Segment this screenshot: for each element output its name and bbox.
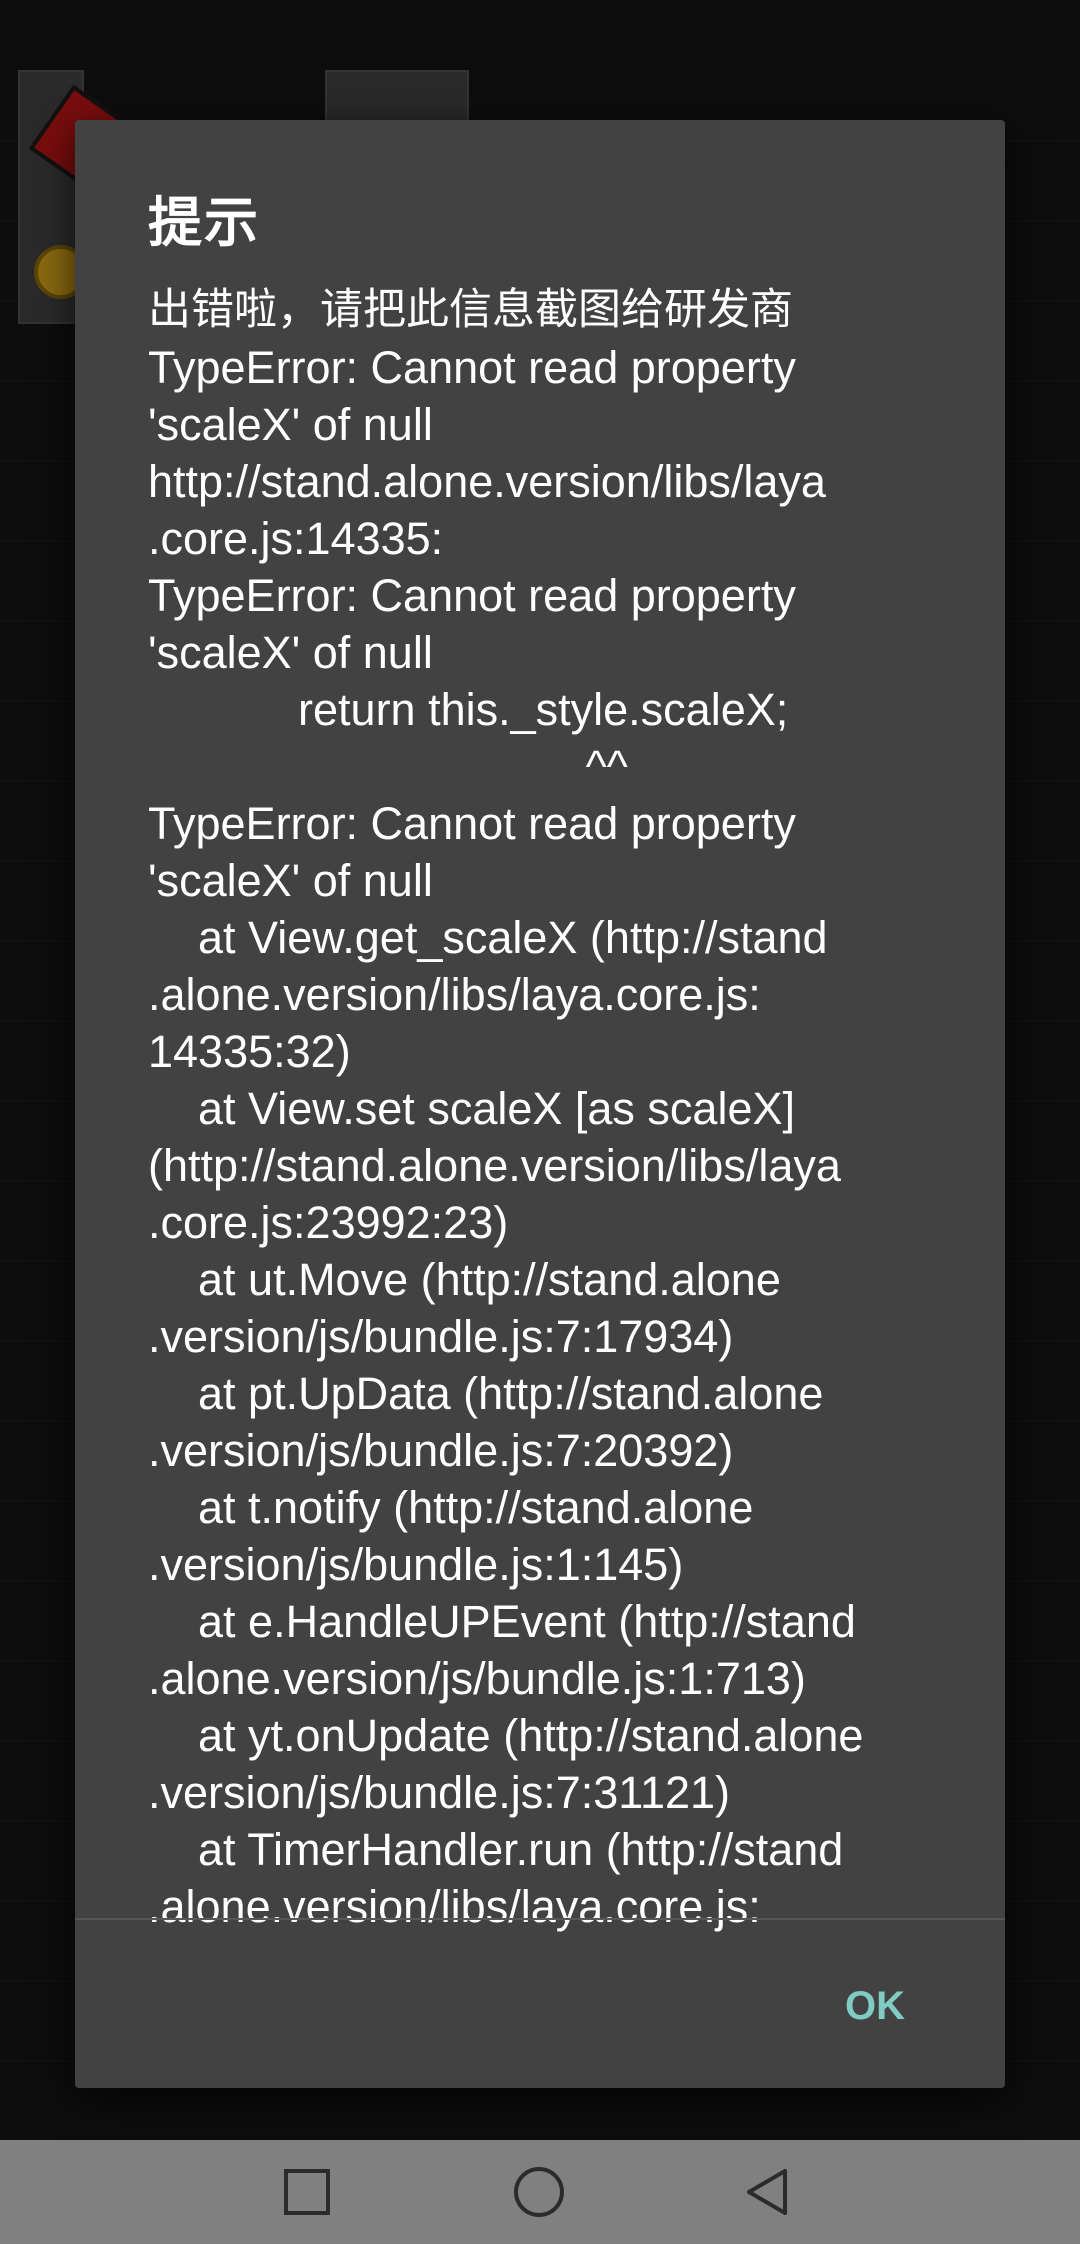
message-line: at yt.onUpdate (http://stand.alone	[148, 1710, 864, 1761]
message-line: http://stand.alone.version/libs/laya	[148, 456, 826, 507]
error-dialog: 提示 出错啦，请把此信息截图给研发商 TypeError: Cannot read…	[75, 120, 1005, 2088]
message-line: .version/js/bundle.js:1:145)	[148, 1539, 684, 1590]
dialog-divider	[75, 1918, 1005, 1920]
message-line: .alone.version/libs/laya.core.js:	[148, 969, 761, 1020]
message-line: 'scaleX' of null	[148, 399, 433, 450]
back-icon[interactable]	[743, 2167, 793, 2217]
dialog-title: 提示	[148, 191, 260, 254]
message-line: at TimerHandler.run (http://stand	[148, 1824, 844, 1875]
message-line: TypeError: Cannot read property	[148, 798, 796, 849]
message-line: .core.js:23992:23)	[148, 1197, 509, 1248]
message-line: return this._style.scaleX;	[148, 684, 789, 735]
message-line: TypeError: Cannot read property	[148, 342, 796, 393]
message-line: .version/js/bundle.js:7:31121)	[148, 1767, 731, 1818]
message-line: 出错啦，请把此信息截图给研发商	[148, 285, 793, 335]
message-line: at pt.UpData (http://stand.alone	[148, 1368, 824, 1419]
navigation-bar	[0, 2140, 1080, 2244]
home-icon[interactable]	[514, 2167, 564, 2217]
message-line: 14335:32)	[148, 1026, 351, 1077]
message-line: .alone.version/js/bundle.js:1:713)	[148, 1653, 806, 1704]
message-line: .alone.version/libs/laya.core.js:	[148, 1881, 761, 1932]
message-line: at View.set scaleX [as scaleX]	[148, 1083, 795, 1134]
message-line: at e.HandleUPEvent (http://stand	[148, 1596, 856, 1647]
recent-apps-icon[interactable]	[284, 2169, 330, 2215]
message-line: ^^	[148, 741, 628, 792]
dialog-message[interactable]: 出错啦，请把此信息截图给研发商 TypeError: Cannot read pr…	[148, 282, 1008, 2040]
message-line: (http://stand.alone.version/libs/laya	[148, 1140, 841, 1191]
message-line: 'scaleX' of null	[148, 855, 433, 906]
message-line: TypeError: Cannot read property	[148, 570, 796, 621]
message-line: at t.notify (http://stand.alone	[148, 1482, 754, 1533]
message-line: .version/js/bundle.js:7:17934)	[148, 1311, 734, 1362]
message-line: .version/js/bundle.js:7:20392)	[148, 1425, 734, 1476]
message-line: .core.js:14335:	[148, 513, 444, 564]
message-line: at View.get_scaleX (http://stand	[148, 912, 828, 963]
message-line: at ut.Move (http://stand.alone	[148, 1254, 781, 1305]
ok-button[interactable]: OK	[845, 1976, 905, 2036]
message-line: 'scaleX' of null	[148, 627, 433, 678]
